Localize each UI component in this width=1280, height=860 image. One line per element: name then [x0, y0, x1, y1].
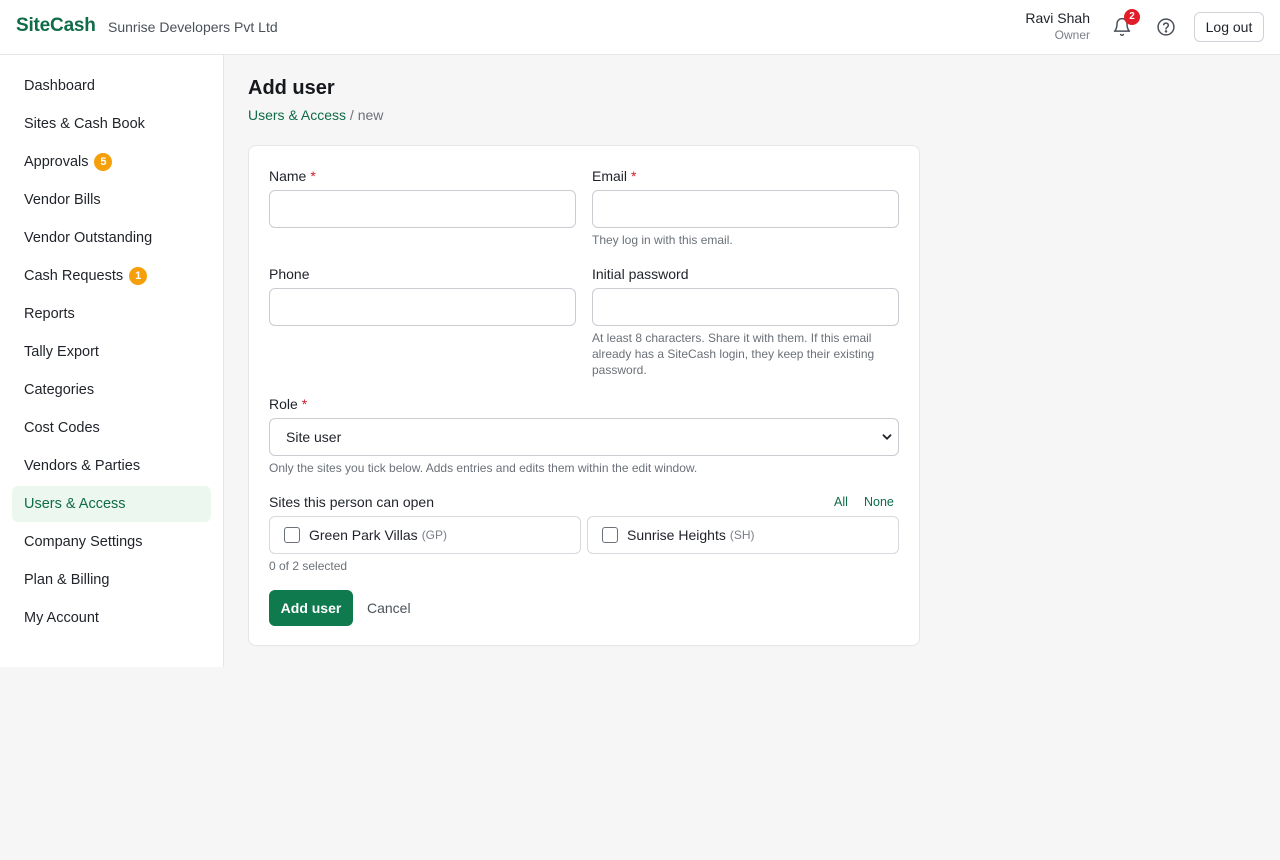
sidebar-item-label: Categories: [24, 382, 95, 398]
name-label: Name *: [269, 168, 316, 184]
page-title: Add user: [248, 77, 335, 99]
site-option-sunrise-heights[interactable]: Sunrise Heights (SH): [587, 516, 899, 554]
sidebar-item-label: Reports: [24, 306, 75, 322]
name-field[interactable]: [269, 190, 576, 228]
email-label-text: Email: [592, 168, 628, 184]
sidebar-item-label: Approvals: [24, 154, 89, 170]
logout-button[interactable]: Log out: [1194, 12, 1264, 42]
site-checkbox[interactable]: [602, 527, 618, 543]
site-name: Green Park Villas: [309, 527, 418, 543]
sidebar-item-users-access[interactable]: Users & Access: [12, 486, 211, 522]
user-role: Owner: [1054, 28, 1090, 42]
sidebar-item-label: Tally Export: [24, 344, 99, 360]
sites-label: Sites this person can open: [269, 494, 434, 510]
phone-label: Phone: [269, 266, 310, 282]
email-field[interactable]: [592, 190, 899, 228]
sidebar-item-vendors-parties[interactable]: Vendors & Parties: [12, 448, 211, 484]
sidebar: Dashboard Sites & Cash Book Approvals 5 V…: [0, 55, 224, 667]
email-label: Email *: [592, 168, 636, 184]
sidebar-item-label: Sites & Cash Book: [24, 116, 145, 132]
chevron-down-icon: [882, 434, 892, 440]
sidebar-item-sites-cash-book[interactable]: Sites & Cash Book: [12, 106, 211, 142]
notification-badge: 2: [1124, 9, 1140, 25]
required-mark: *: [301, 396, 308, 412]
sidebar-item-label: Cash Requests: [24, 268, 124, 284]
sidebar-item-company-settings[interactable]: Company Settings: [12, 524, 211, 560]
sidebar-item-label: My Account: [24, 610, 99, 626]
cancel-button[interactable]: Cancel: [367, 600, 411, 616]
breadcrumb-current: new: [357, 107, 384, 123]
sidebar-item-categories[interactable]: Categories: [12, 372, 211, 408]
password-field[interactable]: [592, 288, 899, 326]
sidebar-item-cash-requests[interactable]: Cash Requests 1: [12, 258, 211, 294]
role-label: Role *: [269, 396, 307, 412]
select-all-sites-link[interactable]: All: [834, 495, 848, 509]
password-label: Initial password: [592, 266, 689, 282]
site-checkbox[interactable]: [284, 527, 300, 543]
sidebar-item-label: Dashboard: [24, 78, 95, 94]
cash-requests-count-badge: 1: [129, 267, 148, 285]
sidebar-item-label: Vendor Outstanding: [24, 230, 153, 246]
selected-count: 0 of 2 selected: [269, 559, 348, 573]
user-name: Ravi Shah: [1025, 10, 1090, 26]
site-code: (GP): [421, 528, 448, 542]
role-label-text: Role: [269, 396, 298, 412]
add-user-button[interactable]: Add user: [269, 590, 353, 626]
sidebar-item-my-account[interactable]: My Account: [12, 600, 211, 636]
site-code: (SH): [729, 528, 755, 542]
sidebar-item-plan-billing[interactable]: Plan & Billing: [12, 562, 211, 598]
sidebar-item-label: Users & Access: [24, 496, 126, 512]
site-name: Sunrise Heights: [627, 527, 726, 543]
approvals-count-badge: 5: [94, 153, 113, 171]
add-user-form: Name * Email * They log in with this email…: [248, 145, 920, 646]
sidebar-item-label: Vendors & Parties: [24, 458, 141, 474]
sidebar-item-label: Vendor Bills: [24, 192, 101, 208]
required-mark: *: [310, 168, 316, 184]
breadcrumb-separator: /: [349, 107, 354, 123]
role-select[interactable]: Site user: [269, 418, 899, 456]
sidebar-item-vendor-outstanding[interactable]: Vendor Outstanding: [12, 220, 211, 256]
site-option-green-park-villas[interactable]: Green Park Villas (GP): [269, 516, 581, 554]
user-info: Ravi Shah Owner: [1025, 10, 1090, 44]
sidebar-item-vendor-bills[interactable]: Vendor Bills: [12, 182, 211, 218]
breadcrumb-link-users-access[interactable]: Users & Access: [248, 107, 346, 123]
name-label-text: Name: [269, 168, 307, 184]
sidebar-item-label: Plan & Billing: [24, 572, 110, 588]
select-no-sites-link[interactable]: None: [864, 495, 894, 509]
email-hint: They log in with this email.: [592, 233, 733, 247]
sidebar-item-tally-export[interactable]: Tally Export: [12, 334, 211, 370]
required-mark: *: [631, 168, 637, 184]
sidebar-item-dashboard[interactable]: Dashboard: [12, 68, 211, 104]
company-name: Sunrise Developers Pvt Ltd: [108, 19, 278, 35]
sidebar-item-cost-codes[interactable]: Cost Codes: [12, 410, 211, 446]
brand-logo[interactable]: SiteCash: [16, 15, 96, 37]
breadcrumb: Users & Access / new: [248, 107, 383, 123]
role-selected-value: Site user: [286, 429, 342, 445]
top-bar: SiteCash Sunrise Developers Pvt Ltd Ravi…: [0, 0, 1280, 55]
sidebar-item-reports[interactable]: Reports: [12, 296, 211, 332]
sidebar-item-label: Cost Codes: [24, 420, 100, 436]
phone-field[interactable]: [269, 288, 576, 326]
role-hint: Only the sites you tick below. Adds entr…: [269, 461, 698, 475]
sidebar-item-label: Company Settings: [24, 534, 143, 550]
help-icon[interactable]: [1156, 17, 1176, 37]
sidebar-item-approvals[interactable]: Approvals 5: [12, 144, 211, 180]
password-hint: At least 8 characters. Share it with the…: [592, 331, 875, 377]
